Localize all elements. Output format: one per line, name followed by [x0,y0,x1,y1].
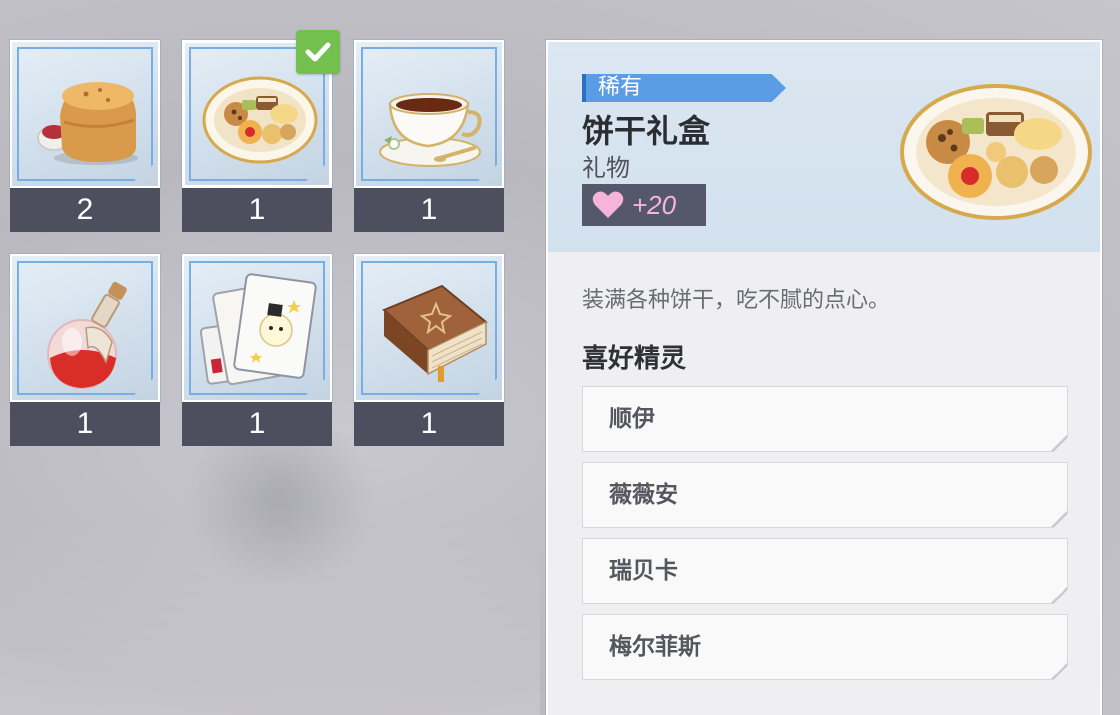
teacup-icon [379,93,482,167]
slot-frame [10,254,160,402]
affinity-badge: +20 [582,184,706,226]
book-icon [382,284,488,382]
item-count: 2 [10,188,160,232]
heart-icon [592,191,624,218]
cookie-plate-icon [202,76,318,164]
inventory-slot-cookie-gift-box[interactable]: 1 [182,30,340,232]
detail-header: 稀有 饼干礼盒 礼物 +20 [548,42,1100,252]
checkmark-icon [296,30,340,74]
favorite-spirit-item[interactable]: 梅尔菲斯 [582,614,1068,680]
inventory-slot-joker-cards[interactable]: 1 [182,254,332,446]
item-detail-panel: 稀有 饼干礼盒 礼物 +20 装满各种饼干，吃不腻的点心。 喜好精灵 顺伊 薇薇… [546,40,1102,715]
scone-icon [37,82,138,165]
potion-bottle-icon [47,281,127,389]
item-description: 装满各种饼干，吃不腻的点心。 [582,288,891,313]
item-count: 1 [182,402,332,446]
inventory-slot-brown-book[interactable]: 1 [354,254,504,446]
slot-frame [182,254,332,402]
inventory-slot-scone[interactable]: 2 [10,40,160,232]
item-title: 饼干礼盒 [582,112,711,150]
item-count: 1 [182,188,332,232]
rarity-badge: 稀有 [582,74,786,102]
item-count: 1 [10,402,160,446]
joker-cards-icon [199,273,317,386]
favorite-spirits-list: 顺伊 薇薇安 瑞贝卡 梅尔菲斯 [582,386,1068,690]
item-type: 礼物 [582,154,630,182]
slot-frame [354,40,504,188]
inventory-grid: 2 1 1 1 1 1 [10,30,504,446]
slot-frame [354,254,504,402]
favorite-spirits-title: 喜好精灵 [582,344,687,374]
inventory-slot-potion[interactable]: 1 [10,254,160,446]
item-count: 1 [354,188,504,232]
affinity-value: +20 [632,189,677,220]
background-glow [0,520,540,715]
cookie-plate-icon [900,84,1092,220]
favorite-spirit-item[interactable]: 瑞贝卡 [582,538,1068,604]
favorite-spirit-item[interactable]: 薇薇安 [582,462,1068,528]
item-count: 1 [354,402,504,446]
slot-frame [10,40,160,188]
inventory-slot-teacup[interactable]: 1 [354,40,504,232]
favorite-spirit-item[interactable]: 顺伊 [582,386,1068,452]
